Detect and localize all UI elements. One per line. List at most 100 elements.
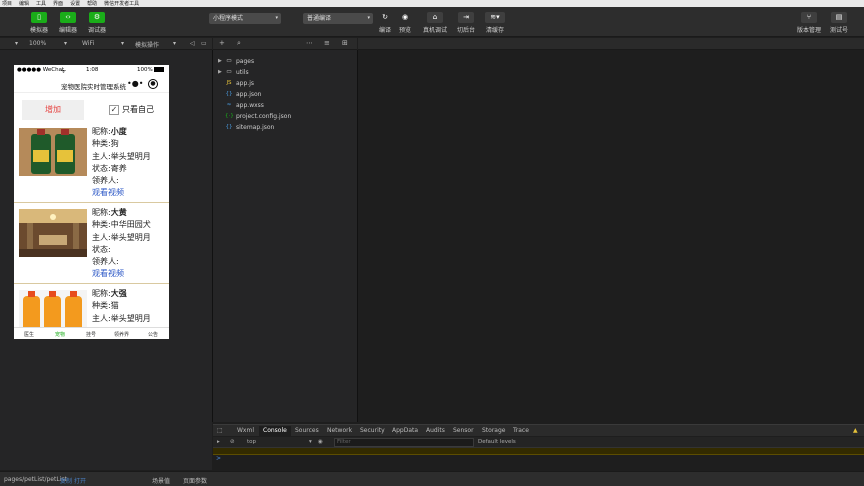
devtools-tabs: ⬚ Wxml Console Sources Network Security … <box>213 424 864 436</box>
tab-appdata[interactable]: AppData <box>392 427 418 434</box>
capsule-close-icon[interactable]: ● <box>148 79 158 89</box>
mode-select[interactable]: 小程序模式 ▾ <box>209 13 281 24</box>
info-icon: ▤ <box>831 12 847 23</box>
more-icon[interactable]: •●• <box>127 79 143 88</box>
menu-settings[interactable]: 设置 <box>70 0 80 7</box>
clock: 1:08 <box>86 67 99 73</box>
compile-select[interactable]: 普通编译 ▾ <box>303 13 373 24</box>
scene-value[interactable]: 场景值 <box>152 476 170 485</box>
pet-status: 寄养 <box>110 163 127 173</box>
pet-photo <box>19 209 87 257</box>
device-debug-button[interactable]: ⌂ 真机调试 <box>420 12 450 34</box>
pet-name: 大强 <box>110 289 127 298</box>
zoom-select[interactable]: 100% <box>29 40 46 47</box>
simulator-button[interactable]: ▯ 模拟器 <box>27 12 51 34</box>
add-icon[interactable]: + <box>219 39 225 47</box>
tab-pets[interactable]: 宠物 <box>55 331 65 338</box>
tab-sources[interactable]: Sources <box>295 427 319 434</box>
config-file-icon: {·} <box>225 113 234 119</box>
folder-icon: ▭ <box>226 69 232 75</box>
branch-icon: ⑂ <box>801 12 817 23</box>
menu-edit[interactable]: 编辑 <box>19 0 29 7</box>
eye-icon: ◉ <box>401 13 409 21</box>
code-icon: ‹› <box>60 12 76 23</box>
pet-name: 大黄 <box>110 208 127 217</box>
refresh-icon: ↻ <box>382 13 388 21</box>
tab-audits[interactable]: Audits <box>426 427 445 434</box>
device-select[interactable]: ▾ <box>15 40 18 47</box>
tab-doctor[interactable]: 医生 <box>24 331 34 338</box>
pet-list-item[interactable]: 昵称:大黄 种类:中华田园犬 主人:举头望明月 状态: 领养人: 观看视频 <box>14 204 169 284</box>
menu-help[interactable]: 帮助 <box>87 0 97 7</box>
debug-icon: ⚙ <box>89 12 105 23</box>
menu-view[interactable]: 界面 <box>53 0 63 7</box>
sort-icon[interactable]: ≡ <box>324 39 330 47</box>
menu-devtools[interactable]: 微信开发者工具 <box>104 0 139 7</box>
simulator-options-bar: ▾ 100% ▾ WiFi ▾ 模拟操作 ▾ ◁ ▭ <box>0 38 212 50</box>
pet-info: 昵称:大强 种类:猫 主人:举头望明月 <box>92 289 151 323</box>
test-account-button[interactable]: ▤ 测试号 <box>826 12 852 34</box>
inspect-icon[interactable]: ⬚ <box>217 427 223 434</box>
levels-select[interactable]: Default levels <box>478 439 516 445</box>
chevron-down-icon: ▾ <box>173 40 177 47</box>
version-button[interactable]: ⑂ 版本管理 <box>794 12 824 34</box>
window-icon[interactable]: ▭ <box>201 40 207 47</box>
pet-owner: 举头望明月 <box>110 232 151 242</box>
context-select[interactable]: top <box>247 439 256 445</box>
add-pet-button[interactable]: 增加 <box>22 100 84 120</box>
page-path: pages/petList/petList <box>4 476 67 483</box>
console-prompt[interactable]: > <box>216 455 221 462</box>
console-warning-line <box>213 448 864 455</box>
open-path-link[interactable]: 打开 <box>74 476 86 485</box>
pet-info: 昵称:小度 种类:狗 主人:举头望明月 状态:寄养 领养人: 观看视频 <box>92 126 151 200</box>
tab-trace[interactable]: Trace <box>513 427 529 434</box>
network-select[interactable]: WiFi <box>82 40 94 47</box>
search-icon[interactable]: ⌕ <box>237 39 241 48</box>
tab-console[interactable]: Console <box>259 426 291 436</box>
tab-network[interactable]: Network <box>327 427 352 434</box>
sidebar-toggle-icon[interactable]: ▸ <box>217 439 220 445</box>
watch-video-link[interactable]: 观看视频 <box>92 187 151 199</box>
code-editor[interactable] <box>358 50 864 422</box>
carrier: ●●●●● WeChat <box>17 67 65 73</box>
pet-list-item[interactable]: 昵称:小度 种类:狗 主人:举头望明月 状态:寄养 领养人: 观看视频 <box>14 123 169 203</box>
device-icon: ⌂ <box>427 12 443 23</box>
phone-tab-bar: 医生 宠物 挂号 领养界 公告 <box>14 327 169 339</box>
watch-video-link[interactable]: 观看视频 <box>92 268 151 280</box>
more-icon[interactable]: ⋯ <box>306 39 313 47</box>
editor-button[interactable]: ‹› 编辑器 <box>56 12 80 34</box>
folder-icon: ▭ <box>226 58 232 64</box>
warning-icon[interactable]: ▲ <box>853 427 858 434</box>
phone-icon: ▯ <box>31 12 47 23</box>
tab-notice[interactable]: 公告 <box>148 331 158 338</box>
volume-icon[interactable]: ◁ <box>190 40 195 47</box>
chevron-down-icon: ▾ <box>275 15 278 21</box>
tab-storage[interactable]: Storage <box>482 427 505 434</box>
clear-cache-button[interactable]: ≋▾ 清缓存 <box>483 12 507 34</box>
page-params[interactable]: 页面参数 <box>183 476 207 485</box>
eye-icon[interactable]: ◉ <box>318 439 323 445</box>
sim-operation-select[interactable]: 模拟操作 <box>135 40 159 49</box>
collapse-icon[interactable]: ⊞ <box>342 39 348 47</box>
preview-button[interactable]: ◉ 预览 <box>393 12 417 34</box>
pet-type: 狗 <box>110 139 119 149</box>
tab-wxml[interactable]: Wxml <box>237 427 254 434</box>
tab-sensor[interactable]: Sensor <box>453 427 474 434</box>
phone-screen: ●●●●● WeChat ᯤ 1:08 100% 宠物医院实时管理系统 •●• … <box>14 65 169 339</box>
only-mine-checkbox[interactable]: ✓ <box>109 105 119 115</box>
phone-nav-bar: 宠物医院实时管理系统 •●• ● <box>14 76 169 93</box>
console-filter-input[interactable]: Filter <box>334 438 474 447</box>
background-button[interactable]: ⇥ 切后台 <box>454 12 478 34</box>
copy-path-link[interactable]: 复制 <box>60 476 72 485</box>
pet-info: 昵称:大黄 种类:中华田园犬 主人:举头望明月 状态: 领养人: 观看视频 <box>92 207 151 281</box>
layers-icon: ≋▾ <box>485 12 505 23</box>
menu-tools[interactable]: 工具 <box>36 0 46 7</box>
tab-security[interactable]: Security <box>360 427 385 434</box>
menu-project[interactable]: 项目 <box>2 0 12 7</box>
debugger-button[interactable]: ⚙ 调试器 <box>85 12 109 34</box>
battery-icon <box>154 67 164 72</box>
tab-register[interactable]: 挂号 <box>86 331 96 338</box>
clear-console-icon[interactable]: ⊘ <box>230 439 235 445</box>
tab-adoption[interactable]: 领养界 <box>114 331 129 338</box>
main-toolbar: ▯ 模拟器 ‹› 编辑器 ⚙ 调试器 小程序模式 ▾ 普通编译 ▾ ↻ 编译 ◉ 预… <box>0 7 864 37</box>
